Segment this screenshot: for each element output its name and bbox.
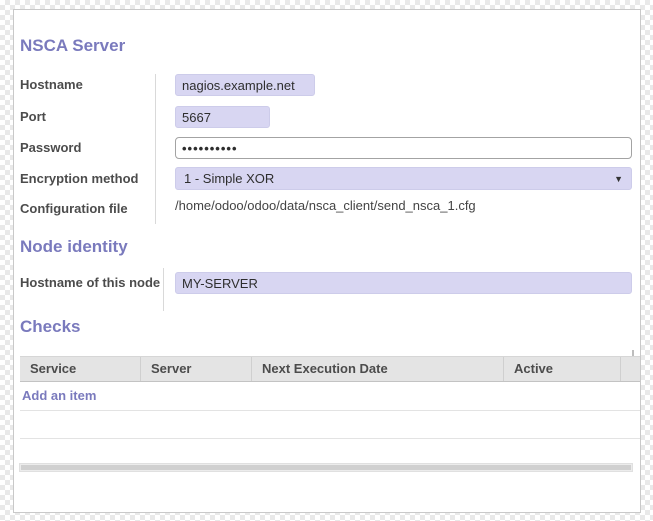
column-header-service[interactable]: Service: [20, 357, 140, 381]
label-field-separator: [155, 74, 156, 224]
encryption-method-value: 1 - Simple XOR: [184, 171, 274, 186]
checks-table-header: Service Server Next Execution Date Activ…: [20, 356, 640, 382]
section-title-node-identity: Node identity: [20, 237, 128, 257]
node-hostname-label: Hostname of this node: [20, 275, 160, 291]
encryption-method-label: Encryption method: [20, 171, 138, 187]
configuration-file-label: Configuration file: [20, 201, 128, 217]
horizontal-scrollbar[interactable]: [19, 463, 633, 472]
table-row-divider: [20, 410, 640, 411]
scrollbar-thumb[interactable]: [21, 465, 631, 470]
hostname-input[interactable]: [175, 74, 315, 96]
encryption-method-select[interactable]: 1 - Simple XOR ▼: [175, 167, 632, 190]
table-row-divider: [20, 438, 640, 439]
column-header-spacer: [620, 357, 640, 381]
page-background: { "nsca_server": { "title": "NSCA Server…: [0, 0, 653, 521]
column-header-server[interactable]: Server: [140, 357, 251, 381]
password-label: Password: [20, 140, 81, 156]
password-input[interactable]: [175, 137, 632, 159]
hostname-label: Hostname: [20, 77, 83, 93]
form-sheet: NSCA Server Hostname Port Password Encry…: [13, 9, 641, 513]
section-title-checks: Checks: [20, 317, 80, 337]
label-field-separator: [163, 268, 164, 311]
configuration-file-value: /home/odoo/odoo/data/nsca_client/send_ns…: [175, 198, 476, 213]
node-hostname-input[interactable]: [175, 272, 632, 294]
column-header-next-execution-date[interactable]: Next Execution Date: [251, 357, 503, 381]
section-title-nsca-server: NSCA Server: [20, 36, 125, 56]
add-an-item-link[interactable]: Add an item: [20, 382, 640, 410]
dropdown-arrow-icon: ▼: [614, 168, 623, 190]
port-input[interactable]: [175, 106, 270, 128]
column-header-active[interactable]: Active: [503, 357, 620, 381]
port-label: Port: [20, 109, 46, 125]
